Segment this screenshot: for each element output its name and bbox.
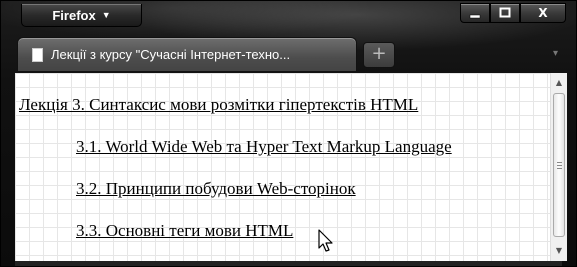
window-controls: X	[460, 3, 566, 25]
new-tab-button[interactable]: +	[363, 42, 395, 68]
close-button[interactable]: X	[520, 3, 566, 23]
link-section-3-2[interactable]: 3.2. Принципи побудови Web-сторінок	[76, 179, 356, 199]
firefox-menu-button[interactable]: Firefox ▼	[21, 4, 142, 27]
minimize-button[interactable]	[460, 3, 490, 23]
vertical-scrollbar[interactable]: ▲ ▼	[550, 73, 567, 261]
scroll-up-icon[interactable]: ▲	[551, 75, 567, 91]
tab-title: Лекції з курсу "Сучасні Інтернет-техно..…	[51, 47, 291, 62]
tab-lecture[interactable]: Лекції з курсу "Сучасні Інтернет-техно..…	[17, 37, 357, 71]
window-bottom-frame	[15, 261, 562, 266]
firefox-menu-label: Firefox	[52, 7, 96, 23]
tab-list-icon[interactable]: ▾	[553, 48, 558, 59]
chevron-down-icon: ▼	[101, 10, 111, 20]
browser-window: Firefox ▼ X Лекції з курсу "Сучасні Інте…	[0, 0, 577, 267]
close-icon: X	[538, 6, 548, 20]
grip-icon	[557, 162, 562, 163]
page-icon	[32, 47, 43, 62]
scrollbar-thumb[interactable]	[553, 93, 565, 237]
scroll-down-icon[interactable]: ▼	[551, 243, 567, 259]
page-content: Лекція 3. Синтаксис мови розмітки гіперт…	[15, 73, 550, 261]
mouse-cursor-icon	[318, 229, 333, 252]
link-section-3-3[interactable]: 3.3. Основні теги мови HTML	[76, 221, 293, 241]
link-section-3-1[interactable]: 3.1. World Wide Web та Hyper Text Markup…	[76, 137, 452, 157]
maximize-button[interactable]	[490, 3, 520, 23]
maximize-icon	[499, 7, 511, 18]
minimize-icon	[469, 14, 481, 19]
tab-bar: Лекції з курсу "Сучасні Інтернет-техно..…	[15, 37, 562, 73]
link-lecture-3[interactable]: Лекція 3. Синтаксис мови розмітки гіперт…	[19, 95, 418, 115]
